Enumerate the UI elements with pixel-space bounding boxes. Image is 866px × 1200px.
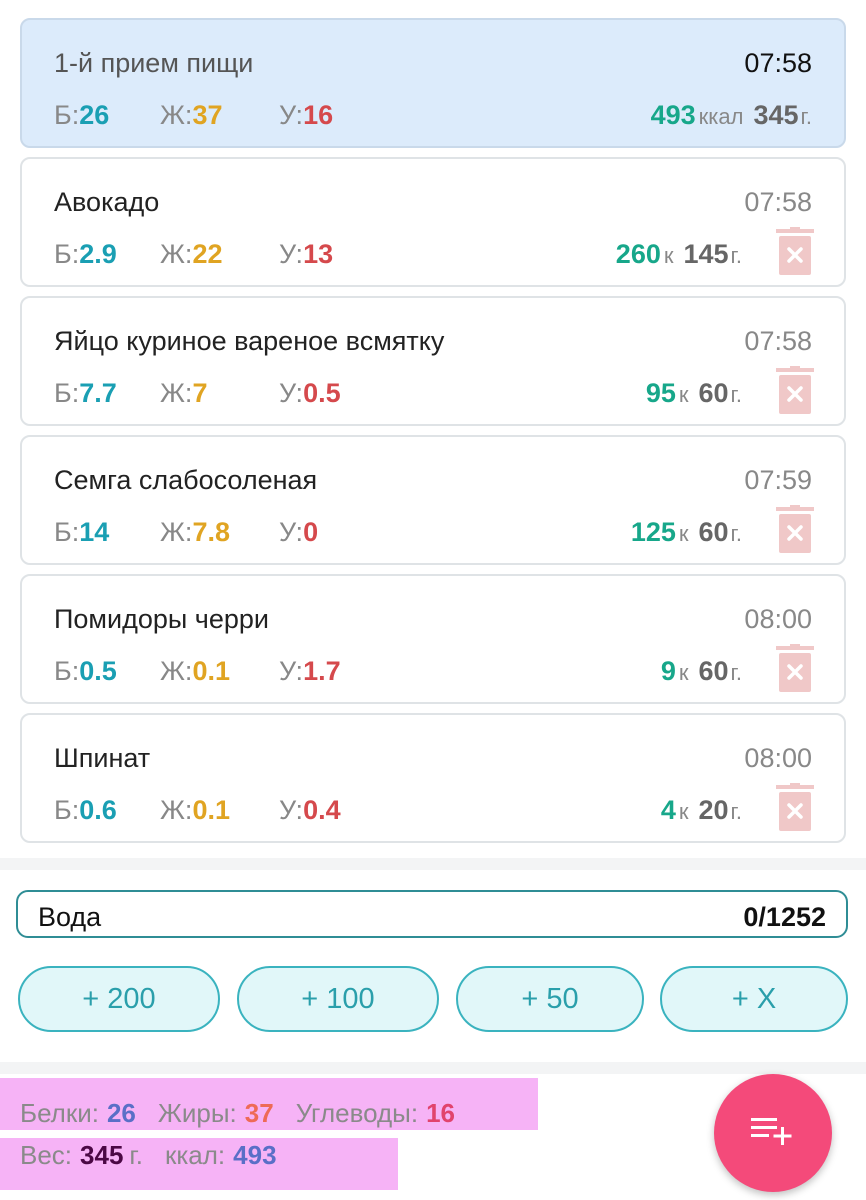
add-food-button[interactable]: [714, 1074, 832, 1192]
food-energy: 260 к 145г.: [615, 239, 742, 269]
meal-time: 07:58: [744, 48, 812, 78]
water-progress-bar: Вода 0/1252: [16, 890, 848, 938]
food-energy: 125 к 60г.: [630, 517, 742, 547]
totals-macros-row: Белки: 26 Жиры: 37 Углеводы: 16: [20, 1098, 477, 1129]
food-energy: 4 к 20г.: [660, 795, 742, 825]
food-name: Семга слабосоленая: [54, 465, 318, 495]
food-time: 08:00: [744, 743, 812, 773]
food-time: 08:00: [744, 604, 812, 634]
food-name: Яйцо куриное вареное всмятку: [54, 326, 445, 356]
add-water-200-button[interactable]: + 200: [18, 966, 220, 1032]
carbs-value: У:0.4: [279, 795, 341, 825]
water-label: Вода: [38, 902, 102, 932]
carbs-value: У:0: [279, 517, 319, 547]
add-water-custom-button[interactable]: + X: [660, 966, 848, 1032]
water-value: 0/1252: [743, 902, 826, 932]
trash-icon[interactable]: [776, 505, 814, 553]
total-kcal-label: ккал:: [164, 1140, 226, 1170]
total-weight-value: 345: [80, 1140, 124, 1170]
fat-value: Ж:37: [160, 100, 223, 130]
carbs-value: У:13: [279, 239, 334, 269]
total-carbs-value: 16: [426, 1098, 456, 1128]
carbs-value: У:1.7: [279, 656, 341, 686]
playlist-add-icon: [751, 1116, 795, 1151]
food-item-card[interactable]: Авокадо 07:58 Б:2.9 Ж:22 У:13 260 к 145г.: [20, 157, 846, 287]
trash-icon[interactable]: [776, 366, 814, 414]
total-carbs-label: Углеводы:: [295, 1098, 419, 1128]
food-time: 07:59: [744, 465, 812, 495]
food-time: 07:58: [744, 187, 812, 217]
water-section: Вода 0/1252 + 200 + 100 + 50 + X: [0, 870, 866, 1062]
add-water-100-button[interactable]: + 100: [237, 966, 439, 1032]
protein-value: Б:26: [54, 100, 110, 130]
food-name: Шпинат: [54, 743, 151, 773]
total-protein-value: 26: [106, 1098, 136, 1128]
trash-icon[interactable]: [776, 783, 814, 831]
meal-panel: 1-й прием пищи 07:58 Б:26 Ж:37 У:16 493 к…: [0, 0, 866, 858]
fat-value: Ж:7.8: [160, 517, 230, 547]
fat-value: Ж:0.1: [160, 656, 230, 686]
total-kcal-value: 493: [233, 1140, 277, 1170]
food-item-card[interactable]: Помидоры черри 08:00 Б:0.5 Ж:0.1 У:1.7 9…: [20, 574, 846, 704]
meal-title: 1-й прием пищи: [54, 48, 254, 78]
trash-icon[interactable]: [776, 227, 814, 275]
add-water-50-button[interactable]: + 50: [456, 966, 644, 1032]
protein-value: Б:7.7: [54, 378, 117, 408]
food-name: Помидоры черри: [54, 604, 269, 634]
total-protein-label: Белки:: [20, 1098, 99, 1128]
carbs-value: У:16: [279, 100, 334, 130]
food-time: 07:58: [744, 326, 812, 356]
fat-value: Ж:22: [160, 239, 223, 269]
total-fat-label: Жиры:: [157, 1098, 237, 1128]
food-energy: 95 к 60г.: [645, 378, 742, 408]
meal-summary-card[interactable]: 1-й прием пищи 07:58 Б:26 Ж:37 У:16 493 к…: [20, 18, 846, 148]
food-item-card[interactable]: Яйцо куриное вареное всмятку 07:58 Б:7.7…: [20, 296, 846, 426]
total-weight-label: Вес:: [20, 1140, 73, 1170]
food-name: Авокадо: [54, 187, 160, 217]
total-fat-value: 37: [244, 1098, 274, 1128]
food-item-card[interactable]: Шпинат 08:00 Б:0.6 Ж:0.1 У:0.4 4 к 20г.: [20, 713, 846, 843]
fat-value: Ж:0.1: [160, 795, 230, 825]
food-item-card[interactable]: Семга слабосоленая 07:59 Б:14 Ж:7.8 У:0 …: [20, 435, 846, 565]
protein-value: Б:2.9: [54, 239, 117, 269]
protein-value: Б:0.6: [54, 795, 117, 825]
trash-icon[interactable]: [776, 644, 814, 692]
carbs-value: У:0.5: [279, 378, 341, 408]
total-weight-unit: г.: [129, 1140, 143, 1170]
totals-weight-row: Вес: 345 г. ккал: 493: [20, 1140, 299, 1171]
protein-value: Б:14: [54, 517, 110, 547]
meal-energy: 493 ккал 345г.: [650, 100, 812, 130]
protein-value: Б:0.5: [54, 656, 117, 686]
food-energy: 9 к 60г.: [660, 656, 742, 686]
fat-value: Ж:7: [160, 378, 208, 408]
